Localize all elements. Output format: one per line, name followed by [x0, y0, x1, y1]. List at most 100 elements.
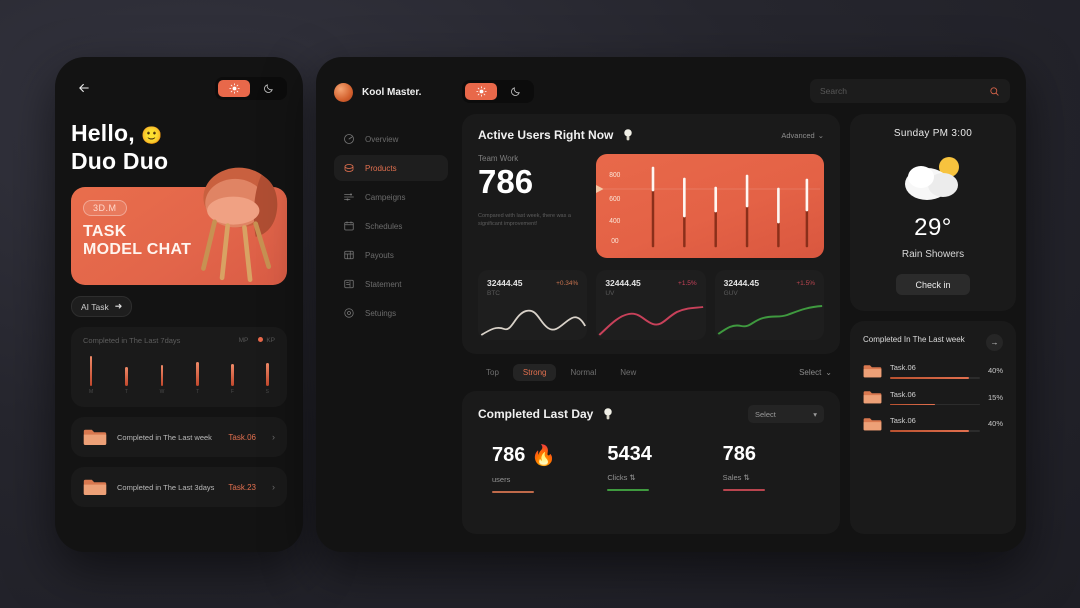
stat-change: +1.5%	[796, 279, 815, 287]
mobile-bar-chart-legend[interactable]: MP KP	[239, 337, 275, 344]
bar-chart-svg: 800 600 400 00	[596, 166, 821, 248]
tab-top[interactable]: Top	[476, 364, 509, 381]
mobile-task-row-2[interactable]: Completed in The Last 3days Task.23 ›	[71, 467, 287, 508]
completed-last-day-header: Completed Last Day Select ▾	[478, 405, 824, 423]
legend-mp[interactable]: MP	[239, 337, 249, 344]
legend-dot-icon	[258, 337, 264, 343]
list-item[interactable]: Task.06 40%	[863, 416, 1003, 432]
kpi-underline	[492, 491, 534, 493]
app-root: Hello, 🙂 Duo Duo 3D.M TASK MODEL CHAT AI…	[0, 0, 1080, 608]
task-row-name: Completed in The Last week	[117, 432, 212, 442]
task-row-tag: Task.06	[228, 432, 256, 442]
list-item[interactable]: Task.06 15%	[863, 389, 1003, 405]
chevron-right-icon[interactable]: ›	[272, 432, 275, 442]
active-users-body: Team Work 786 Compared with last week, t…	[478, 154, 824, 258]
active-users-panel: Active Users Right Now Advanced ⌄ Team W…	[462, 114, 840, 354]
brand[interactable]: Kool Master.	[334, 83, 448, 102]
task-percent: 40%	[987, 419, 1003, 429]
brand-logo-icon	[334, 83, 353, 102]
kpi-label: Sales ⇅	[722, 473, 750, 482]
sidebar-item-overview[interactable]: Overview	[334, 126, 448, 152]
search-icon[interactable]	[989, 86, 1000, 97]
active-users-title: Active Users Right Now	[478, 128, 614, 142]
desktop-panel: Kool Master. Overview Products Campeigns	[316, 57, 1026, 552]
search-input[interactable]	[820, 86, 970, 96]
completed-last-day-select[interactable]: Select ▾	[748, 405, 824, 423]
mini-bar-item: T	[125, 367, 128, 395]
sidebar-item-setuings[interactable]: Setuings	[334, 300, 448, 326]
sidebar-item-payouts[interactable]: Payouts	[334, 242, 448, 268]
sidebar-item-products[interactable]: Products	[334, 155, 448, 181]
check-in-button[interactable]: Check in	[896, 274, 970, 295]
chevron-right-icon[interactable]: ›	[272, 482, 275, 492]
content-columns: Active Users Right Now Advanced ⌄ Team W…	[462, 114, 1016, 534]
task-name: Task.06	[890, 363, 916, 372]
tab-normal[interactable]: Normal	[560, 364, 606, 381]
brand-name: Kool Master.	[362, 87, 422, 98]
filter-select[interactable]: Select ⌄	[799, 368, 832, 377]
mini-bar-label: T	[196, 389, 200, 396]
completed-week-list: Task.06 40% Task.06 15% Task.06 40%	[863, 363, 1003, 432]
back-arrow-icon[interactable]	[71, 75, 97, 101]
task-percent: 15%	[987, 392, 1003, 402]
mobile-task-row-1[interactable]: Completed in The Last week Task.06 ›	[71, 417, 287, 458]
kpi-clicks: 5434 Clicks ⇅	[593, 443, 708, 493]
team-work-label: Team Work	[478, 154, 519, 163]
kpi-row: 786 🔥 users 5434 Clicks ⇅ 786 Sales ⇅	[478, 443, 824, 493]
right-column: Sunday PM 3:00 29° Rain Showers Check in	[850, 114, 1016, 534]
chevron-down-icon: ▾	[813, 409, 817, 419]
sidebar: Kool Master. Overview Products Campeigns	[316, 57, 462, 552]
sidebar-nav: Overview Products Campeigns Schedules Pa	[334, 126, 448, 326]
weather-temperature: 29°	[914, 214, 952, 241]
active-users-title-wrap: Active Users Right Now	[478, 128, 633, 142]
completed-last-day-panel: Completed Last Day Select ▾ 786 🔥 users …	[462, 391, 840, 534]
folder-icon	[863, 418, 882, 431]
mini-bar-label: F	[230, 389, 234, 396]
desktop-theme-toggle[interactable]	[462, 79, 534, 103]
sidebar-item-label: Payouts	[365, 250, 394, 260]
ai-task-button[interactable]: AI Task ➜	[71, 296, 133, 318]
sidebar-item-statement[interactable]: Statement	[334, 271, 448, 297]
overview-icon	[344, 134, 354, 144]
payouts-icon	[344, 250, 354, 260]
list-item[interactable]: Task.06 40%	[863, 363, 1003, 379]
promo-card[interactable]: 3D.M TASK MODEL CHAT	[71, 167, 287, 286]
stat-card-uv[interactable]: 32444.45 +1.5% UV	[596, 270, 706, 340]
legend-kp[interactable]: KP	[258, 337, 275, 344]
sidebar-item-label: Statement	[365, 279, 402, 289]
sun-icon[interactable]	[218, 79, 250, 97]
kpi-value: 786	[722, 443, 757, 465]
sidebar-item-campeigns[interactable]: Campeigns	[334, 184, 448, 210]
mini-bar-item: M	[89, 356, 93, 395]
kpi-sales: 786 Sales ⇅	[709, 443, 824, 493]
mini-bar-label: T	[124, 389, 128, 396]
weather-card: Sunday PM 3:00 29° Rain Showers Check in	[850, 114, 1016, 311]
fire-emoji-icon: 🔥	[531, 445, 557, 467]
progress-track	[890, 377, 980, 379]
stat-value: 32444.45	[723, 278, 760, 288]
folder-icon	[863, 365, 882, 378]
stat-value: 32444.45	[487, 278, 523, 288]
tab-strong[interactable]: Strong	[512, 364, 557, 381]
advanced-dropdown[interactable]: Advanced ⌄	[781, 131, 824, 140]
select-label: Select	[755, 409, 776, 419]
task-name: Task.06	[890, 389, 916, 399]
moon-icon[interactable]	[499, 83, 531, 100]
stat-card-btc[interactable]: 32444.45 +0.34% BTC	[478, 270, 588, 340]
greeting-line-2: Duo Duo	[71, 148, 169, 175]
moon-icon[interactable]	[252, 80, 284, 97]
search-bar[interactable]	[810, 79, 1010, 103]
sidebar-item-schedules[interactable]: Schedules	[334, 213, 448, 239]
arrow-right-icon[interactable]: →	[986, 334, 1003, 351]
kpi-label: Clicks ⇅	[607, 473, 636, 482]
mobile-bar-chart-card: Completed in The Last 7days MP KP M T W …	[71, 327, 287, 408]
products-icon	[344, 164, 354, 172]
left-column: Active Users Right Now Advanced ⌄ Team W…	[462, 114, 840, 534]
stat-card-guv[interactable]: 32444.45 +1.5% GUV	[714, 270, 824, 340]
mobile-theme-toggle[interactable]	[215, 76, 287, 100]
tab-new[interactable]: New	[610, 364, 646, 381]
kpi-underline	[607, 489, 650, 491]
team-work-note: Compared with last week, there was a sig…	[478, 212, 571, 228]
promo-badge: 3D.M	[83, 200, 127, 217]
sun-icon[interactable]	[465, 82, 497, 100]
